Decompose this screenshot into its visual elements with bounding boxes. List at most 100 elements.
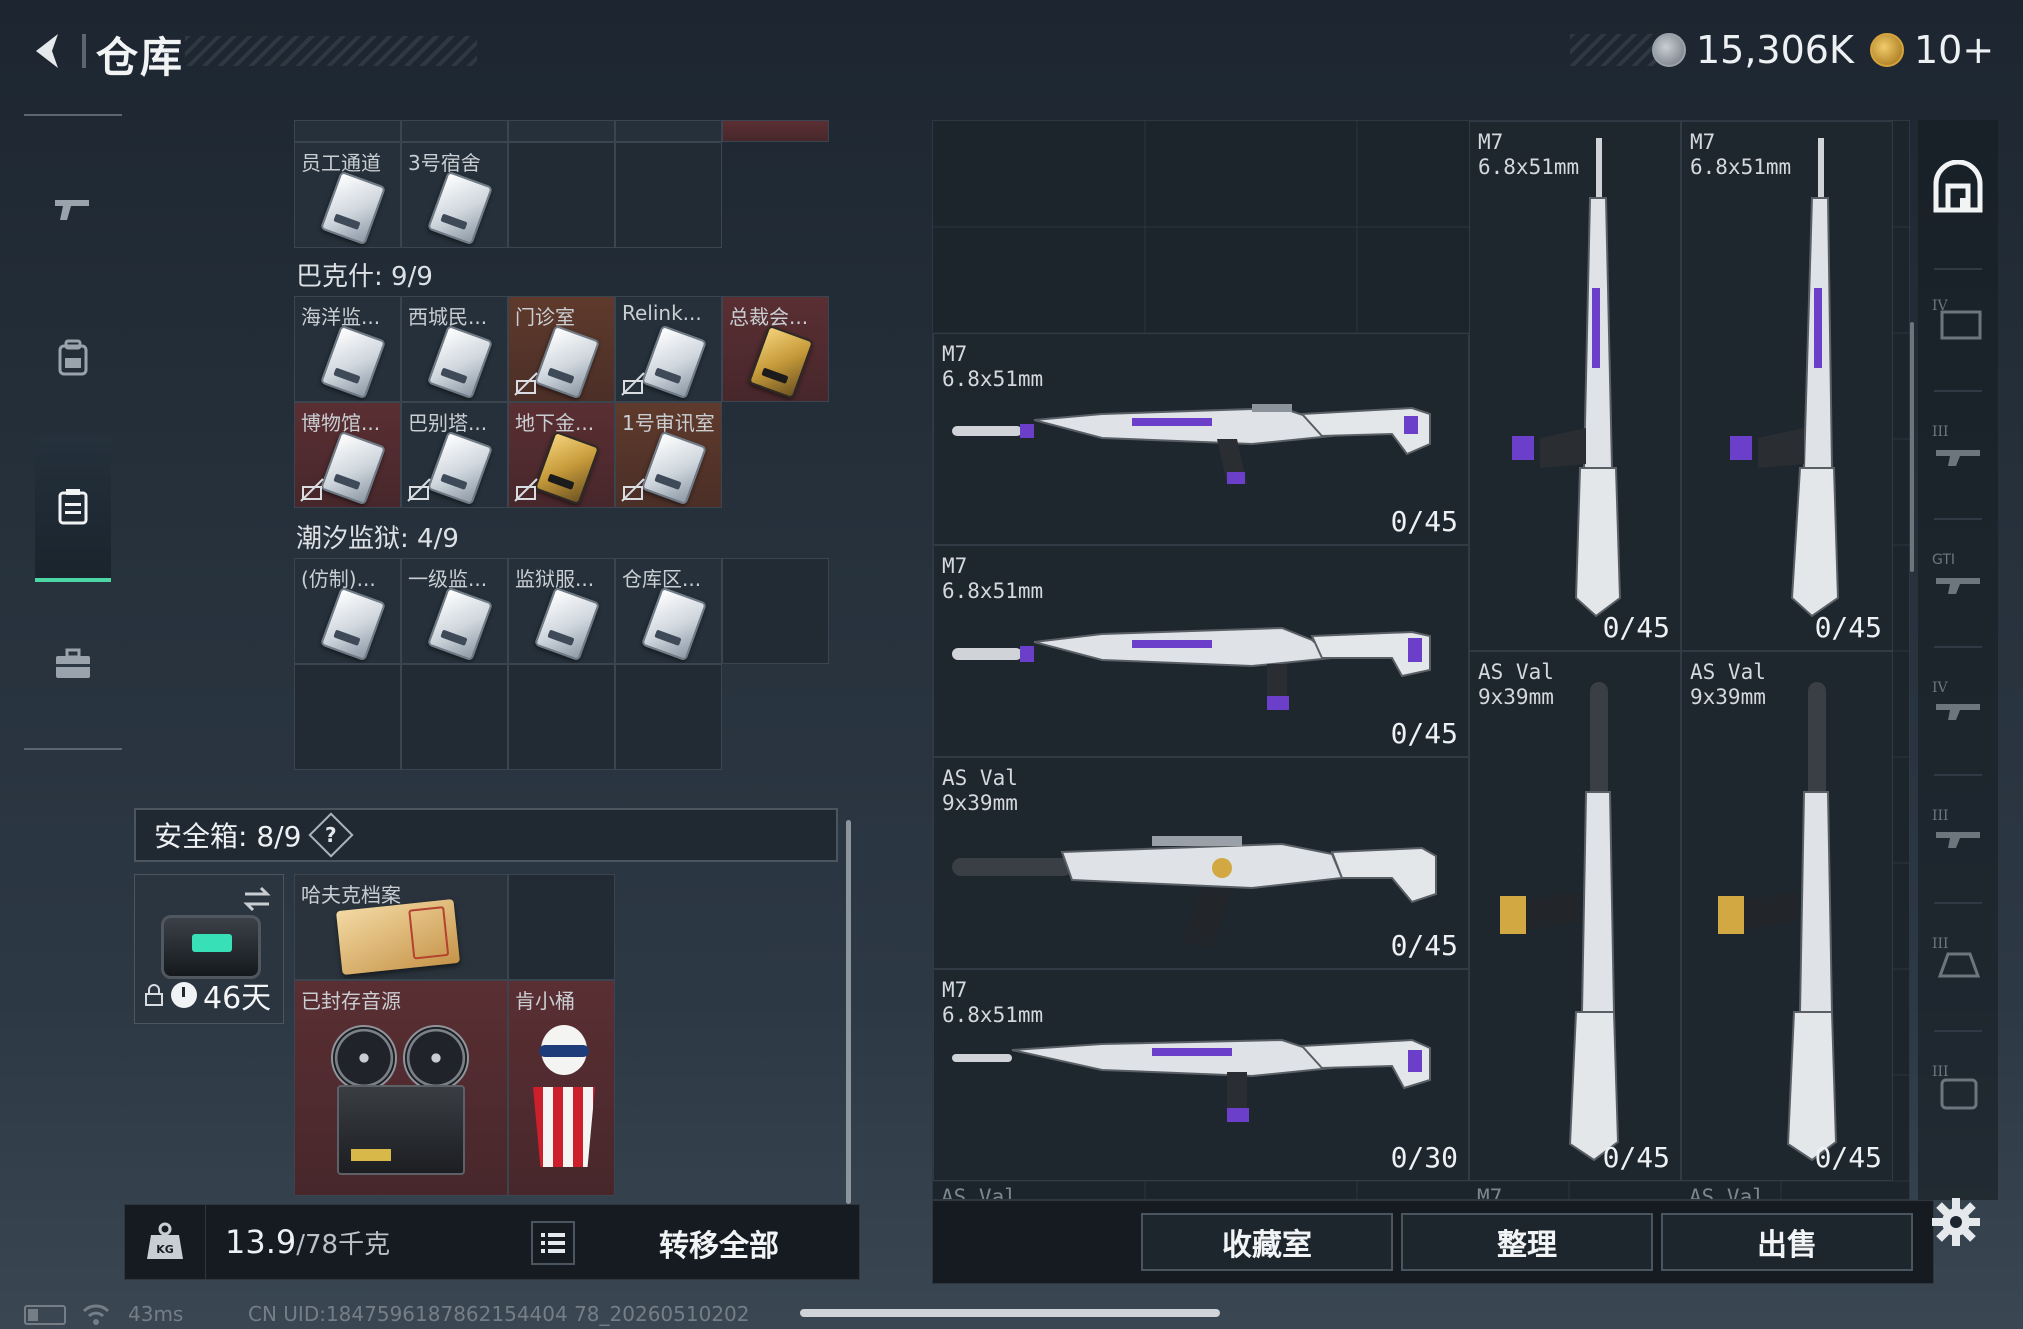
keycard-icon <box>426 430 494 506</box>
empty-slot[interactable] <box>508 874 615 980</box>
empty-slot[interactable] <box>508 664 615 770</box>
top-bar: 仓库 15,306K 10+ <box>0 0 2023 100</box>
rail-item-gear[interactable] <box>35 436 111 582</box>
safe-case-icon <box>161 915 261 979</box>
keycard-slot[interactable]: (仿制)... <box>294 558 401 664</box>
no-trade-icon <box>621 372 645 396</box>
sell-button[interactable]: 出售 <box>1661 1213 1913 1271</box>
safe-box-slot[interactable]: 46天 <box>134 874 284 1024</box>
list-view-button[interactable] <box>531 1221 575 1265</box>
weapon-slot-m7-vertical[interactable]: M7 6.8x51mm 0/45 <box>1681 121 1893 651</box>
stash-home-icon <box>1933 160 1983 213</box>
keycard-slot[interactable]: 总裁会... <box>722 296 829 402</box>
keycard-slot[interactable]: 3号宿舍 <box>401 142 508 248</box>
keycard-slot[interactable]: 员工通道 <box>294 142 401 248</box>
rifle-m7-icon <box>952 1038 1431 1122</box>
safe-item-bucket-figure[interactable]: 肯小桶 <box>508 980 615 1196</box>
keycard-partial-row <box>294 120 829 142</box>
keycard-slot[interactable]: 监狱服... <box>508 558 615 664</box>
empty-slot[interactable] <box>722 558 829 664</box>
rifle-iii-icon: III <box>1932 424 1980 466</box>
armor-iii-icon: III <box>1932 808 1980 848</box>
rifle-m7-vertical-icon <box>1512 138 1622 618</box>
collection-room-button[interactable]: 收藏室 <box>1141 1213 1393 1271</box>
help-mark: ? <box>325 822 338 847</box>
keycard-slot[interactable]: 海洋监... <box>294 296 401 402</box>
uid-readout: CN UID:1847596187862154404 78_2026051020… <box>248 1302 750 1326</box>
section-chaoxi: 潮汐监狱: 4/9 <box>296 524 459 554</box>
home-indicator[interactable] <box>800 1309 1220 1317</box>
pistol-icon <box>55 200 89 220</box>
stash-footer: 收藏室 整理 出售 <box>932 1200 1934 1284</box>
filter-gti[interactable]: GTI <box>1926 534 1990 614</box>
title-decoration <box>185 36 477 66</box>
coin-amount: 15,306K <box>1696 28 1854 72</box>
empty-slot[interactable] <box>615 664 722 770</box>
keycard-name: 门诊室 <box>515 305 575 329</box>
transfer-all-button[interactable]: 转移全部 <box>599 1205 839 1281</box>
empty-slot[interactable] <box>401 664 508 770</box>
filter-tier-iii-pack[interactable]: III <box>1926 1046 1990 1126</box>
svg-text:GTI: GTI <box>1932 552 1955 568</box>
help-button[interactable]: ? <box>308 812 355 858</box>
rail-item-case[interactable] <box>35 626 111 702</box>
filter-tier-iii-armor[interactable]: III <box>1926 790 1990 870</box>
safe-item-dossier[interactable]: 哈夫克档案 <box>294 874 508 980</box>
partial-weapon-label: AS Val <box>941 1185 1017 1200</box>
swap-icon <box>243 886 271 912</box>
item-name: 哈夫克档案 <box>301 883 401 907</box>
weight-icon[interactable]: KG <box>143 1219 187 1263</box>
keycard-slot[interactable]: 一级监... <box>401 558 508 664</box>
weapon-slot-asval[interactable]: AS Val 9x39mm 0/45 <box>933 757 1469 969</box>
keycard-name: 3号宿舍 <box>408 151 481 175</box>
wifi-icon <box>82 1304 110 1325</box>
empty-slot[interactable] <box>615 142 722 248</box>
safe-box-timer: 46天 <box>143 973 271 1017</box>
sort-button[interactable]: 整理 <box>1401 1213 1653 1271</box>
svg-text:KG: KG <box>156 1243 174 1256</box>
keycard-slot[interactable]: 博物馆... <box>294 402 401 508</box>
inventory-scrollbar[interactable] <box>846 820 851 1204</box>
keycard-slot[interactable]: 地下金... <box>508 402 615 508</box>
settings-gear-icon[interactable] <box>1930 1196 1982 1248</box>
back-button[interactable] <box>22 26 72 76</box>
keycard-slot[interactable]: 巴别塔... <box>401 402 508 508</box>
partial-cell <box>508 120 615 142</box>
filter-tier-iv-armor[interactable]: IV <box>1926 662 1990 742</box>
weapon-slot-asval-vertical[interactable]: AS Val 9x39mm 0/45 <box>1469 651 1681 1181</box>
keycard-slot[interactable]: Relink... <box>615 296 722 402</box>
weapon-slot-m7[interactable]: M7 6.8x51mm 0/45 <box>933 545 1469 757</box>
rail-divider <box>1934 774 1982 776</box>
section-bakeshi: 巴克什: 9/9 <box>296 262 433 292</box>
keycard-icon <box>426 586 494 662</box>
keycard-slot[interactable]: 1号审讯室 <box>615 402 722 508</box>
weapon-slot-m7[interactable]: M7 6.8x51mm 0/30 <box>933 969 1469 1181</box>
keycard-slot[interactable]: 西城民... <box>401 296 508 402</box>
safe-box-items: 哈夫克档案 已封存音源 肯小桶 <box>294 874 616 1196</box>
ammo-count: 0/45 <box>1390 717 1458 750</box>
rail-item-backpack[interactable] <box>35 320 111 396</box>
filter-all[interactable] <box>1926 148 1990 228</box>
weapon-slot-m7[interactable]: M7 6.8x51mm 0/45 <box>933 333 1469 545</box>
stash-scrollbar[interactable] <box>1910 322 1914 572</box>
lock-icon <box>145 984 163 1006</box>
safe-item-tape-deck[interactable]: 已封存音源 <box>294 980 508 1196</box>
empty-slot[interactable] <box>508 142 615 248</box>
rail-item-weapons[interactable] <box>35 172 111 248</box>
weapon-slot-m7-vertical[interactable]: M7 6.8x51mm 0/45 <box>1469 121 1681 651</box>
rifle-asval-icon <box>952 836 1437 948</box>
filter-tier-iii-rifle[interactable]: III <box>1926 406 1990 486</box>
keycard-slot[interactable]: 门诊室 <box>508 296 615 402</box>
ammo-count: 0/45 <box>1390 929 1458 962</box>
ticket-balance[interactable]: 10+ <box>1870 28 1994 72</box>
empty-slot[interactable] <box>294 664 401 770</box>
keycard-icon <box>319 430 387 506</box>
svg-text:III: III <box>1932 808 1949 824</box>
keycard-grid-bakeshi: 海洋监... 西城民... 门诊室 Relink... 总裁会... 博物馆..… <box>294 296 829 508</box>
filter-tier-iii-helmet[interactable]: III <box>1926 918 1990 998</box>
coin-balance[interactable]: 15,306K <box>1652 28 1854 72</box>
filter-tier-iv-folder[interactable]: IV <box>1926 280 1990 360</box>
partial-cell <box>401 120 508 142</box>
weapon-slot-asval-vertical[interactable]: AS Val 9x39mm 0/45 <box>1681 651 1893 1181</box>
keycard-slot[interactable]: 仓库区... <box>615 558 722 664</box>
